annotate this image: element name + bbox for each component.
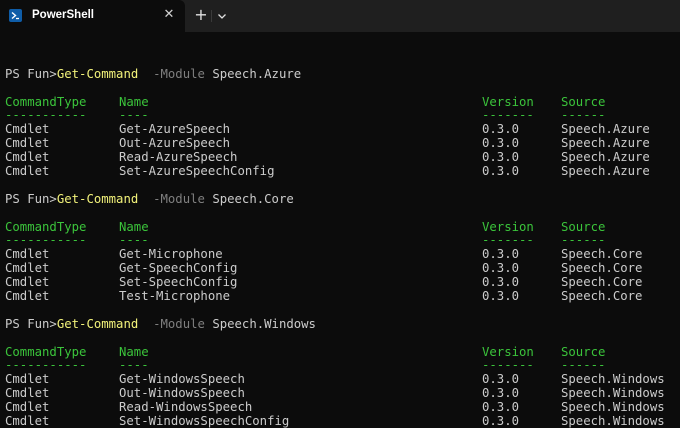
column-divider: ------- — [482, 233, 534, 247]
column-header: CommandType — [5, 95, 87, 109]
table-cell: 0.3.0 — [482, 289, 520, 303]
table-cell: Set-AzureSpeechConfig — [119, 164, 275, 178]
table-cell: 0.3.0 — [482, 386, 520, 400]
table-cell: 0.3.0 — [482, 400, 520, 414]
column-header: Name — [119, 220, 149, 234]
table-cell: 0.3.0 — [482, 372, 520, 386]
column-divider: ------ — [561, 233, 606, 247]
table-cell: Cmdlet — [5, 136, 50, 150]
column-header: CommandType — [5, 220, 87, 234]
table-cell: Cmdlet — [5, 289, 50, 303]
column-header: CommandType — [5, 345, 87, 359]
table-cell: 0.3.0 — [482, 136, 520, 150]
table-cell: Test-Microphone — [119, 289, 231, 303]
column-header: Version — [482, 220, 534, 234]
prompt-parameter: -Module — [153, 67, 205, 81]
prompt-prefix: PS Fun> — [5, 192, 57, 206]
table-cell: 0.3.0 — [482, 150, 520, 164]
prompt-parameter: -Module — [153, 317, 205, 331]
new-tab-button[interactable]: + — [192, 6, 210, 24]
tab-separator — [211, 10, 212, 22]
column-divider: ---- — [119, 108, 149, 122]
table-cell: 0.3.0 — [482, 122, 520, 136]
table-cell: Cmdlet — [5, 150, 50, 164]
table-cell: Cmdlet — [5, 164, 50, 178]
prompt-argument: Speech.Azure — [212, 67, 302, 81]
column-divider: ---- — [119, 233, 149, 247]
table-cell: Speech.Azure — [561, 164, 650, 178]
column-header: Source — [561, 220, 606, 234]
table-cell: Speech.Windows — [561, 386, 665, 400]
table-cell: Cmdlet — [5, 247, 50, 261]
table-cell: Get-SpeechConfig — [119, 261, 238, 275]
table-cell: Get-WindowsSpeech — [119, 372, 245, 386]
prompt-command: Get-Command — [56, 67, 139, 81]
column-divider: ---- — [119, 358, 149, 372]
table-cell: Cmdlet — [5, 372, 50, 386]
prompt-argument: Speech.Core — [212, 192, 294, 206]
prompt-argument: Speech.Windows — [212, 317, 316, 331]
table-cell: Set-SpeechConfig — [119, 275, 238, 289]
table-cell: Speech.Core — [561, 247, 643, 261]
prompt-prefix: PS Fun> — [5, 67, 57, 81]
table-cell: Read-AzureSpeech — [119, 150, 238, 164]
column-divider: ----------- — [5, 108, 87, 122]
table-cell: Out-WindowsSpeech — [119, 386, 245, 400]
column-header: Name — [119, 95, 149, 109]
table-cell: 0.3.0 — [482, 261, 520, 275]
table-cell: Cmdlet — [5, 386, 50, 400]
column-divider: ------ — [561, 108, 606, 122]
prompt-command: Get-Command — [56, 192, 139, 206]
column-header: Source — [561, 345, 606, 359]
table-cell: Speech.Core — [561, 289, 643, 303]
tab-title: PowerShell — [32, 9, 94, 21]
table-cell: Cmdlet — [5, 400, 50, 414]
powershell-icon — [9, 9, 22, 22]
column-header: Name — [119, 345, 149, 359]
terminal-output[interactable]: PS Fun>Get-Command -Module Speech.Azure C… — [0, 32, 680, 428]
table-cell: Speech.Azure — [561, 122, 650, 136]
prompt-parameter: -Module — [153, 192, 205, 206]
column-header: Version — [482, 345, 534, 359]
command-prompt: PS Fun>Get-Command -Module Speech.Azure — [5, 67, 301, 81]
table-cell: 0.3.0 — [482, 164, 520, 178]
command-prompt: PS Fun>Get-Command -Module Speech.Core — [5, 192, 294, 206]
table-cell: Speech.Windows — [561, 414, 665, 428]
table-cell: Cmdlet — [5, 122, 50, 136]
table-cell: 0.3.0 — [482, 275, 520, 289]
column-divider: ------- — [482, 108, 534, 122]
table-cell: Get-Microphone — [119, 247, 223, 261]
column-divider: ----------- — [5, 358, 87, 372]
command-prompt: PS Fun>Get-Command -Module Speech.Window… — [5, 317, 316, 331]
table-cell: Cmdlet — [5, 414, 50, 428]
table-cell: Cmdlet — [5, 275, 50, 289]
table-cell: Set-WindowsSpeechConfig — [119, 414, 290, 428]
chevron-down-icon[interactable] — [215, 8, 229, 22]
table-cell: Get-AzureSpeech — [119, 122, 231, 136]
close-icon[interactable]: ✕ — [160, 6, 178, 24]
table-cell: 0.3.0 — [482, 414, 520, 428]
table-cell: Cmdlet — [5, 261, 50, 275]
title-bar: PowerShell ✕ + — [0, 0, 680, 32]
table-cell: Out-AzureSpeech — [119, 136, 231, 150]
column-header: Version — [482, 95, 534, 109]
table-cell: Speech.Windows — [561, 400, 665, 414]
table-cell: 0.3.0 — [482, 247, 520, 261]
table-cell: Speech.Core — [561, 261, 643, 275]
column-divider: ----------- — [5, 233, 87, 247]
prompt-prefix: PS Fun> — [5, 317, 57, 331]
table-cell: Read-WindowsSpeech — [119, 400, 253, 414]
column-divider: ------- — [482, 358, 534, 372]
column-header: Source — [561, 95, 606, 109]
column-divider: ------ — [561, 358, 606, 372]
table-cell: Speech.Core — [561, 275, 643, 289]
table-cell: Speech.Windows — [561, 372, 665, 386]
table-cell: Speech.Azure — [561, 136, 650, 150]
tab-powershell[interactable]: PowerShell ✕ — [0, 0, 185, 32]
table-cell: Speech.Azure — [561, 150, 650, 164]
prompt-command: Get-Command — [56, 317, 139, 331]
